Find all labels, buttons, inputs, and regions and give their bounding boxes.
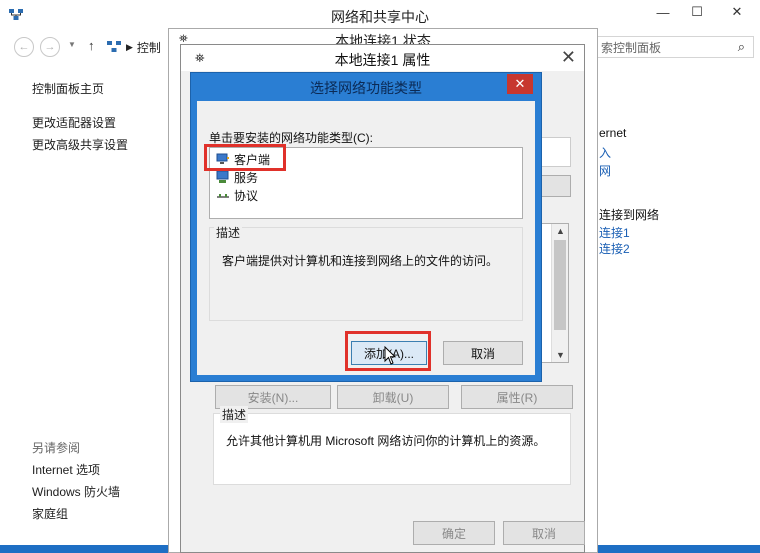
connection1-link[interactable]: 连接1 — [599, 224, 630, 241]
properties-button[interactable]: 属性(R) — [461, 385, 573, 409]
client-highlight-box — [204, 144, 286, 171]
properties-description-label: 描述 — [220, 406, 249, 423]
cancel-button[interactable]: 取消 — [503, 521, 585, 545]
up-arrow-icon[interactable]: ↑ — [88, 38, 95, 53]
feature-description-group: 描述 客户端提供对计算机和连接到网络上的文件的访问。 — [209, 224, 523, 321]
protocol-icon — [216, 188, 230, 202]
components-scrollbar[interactable]: ▲ ▼ — [551, 224, 568, 362]
breadcrumb: 控制 — [136, 40, 161, 55]
internet-options-link[interactable]: Internet 选项 — [32, 461, 100, 478]
access-link[interactable]: 入 — [599, 144, 611, 161]
feature-cancel-button[interactable]: 取消 — [443, 341, 523, 365]
properties-close-icon[interactable]: ✕ — [561, 47, 576, 68]
properties-titlebar: ⛯ 本地连接1 属性 ✕ — [181, 45, 584, 71]
homegroup-link[interactable]: 家庭组 — [32, 505, 68, 522]
see-also-heading: 另请参阅 — [32, 441, 81, 455]
network-link[interactable]: 网 — [599, 162, 611, 179]
service-icon — [216, 170, 230, 184]
forward-arrow-icon[interactable]: → — [40, 37, 60, 57]
window-controls: — ☐ ✕ — [646, 0, 760, 24]
scroll-thumb[interactable] — [554, 240, 566, 330]
feature-dialog-body: 单击要安装的网络功能类型(C): 客户端 服务 协议 描述 客户端提供对计算机和… — [197, 101, 535, 375]
ok-button[interactable]: 确定 — [413, 521, 495, 545]
breadcrumb-separator-icon: ▶ — [126, 41, 133, 52]
windows-firewall-link[interactable]: Windows 防火墙 — [32, 483, 120, 500]
connection2-link[interactable]: 连接2 — [599, 240, 630, 257]
back-arrow-icon[interactable]: ← — [14, 37, 34, 57]
change-adapter-settings-link[interactable]: 更改适配器设置 — [32, 114, 116, 131]
close-button[interactable]: ✕ — [714, 0, 760, 24]
minimize-button[interactable]: — — [646, 0, 680, 24]
search-input[interactable]: 索控制面板 ⌕ — [594, 36, 754, 58]
internet-label: ernet — [599, 126, 627, 140]
feature-item-protocol[interactable]: 协议 — [216, 186, 258, 204]
feature-description-label: 描述 — [214, 224, 243, 241]
feature-item-label: 协议 — [234, 188, 259, 203]
control-panel-icon — [107, 41, 121, 52]
control-panel-home-link[interactable]: 控制面板主页 — [32, 80, 104, 97]
recent-chevron-icon[interactable]: ▼ — [68, 40, 76, 49]
change-advanced-sharing-link[interactable]: 更改高级共享设置 — [32, 136, 128, 153]
search-icon[interactable]: ⌕ — [738, 39, 745, 55]
feature-dialog-close-icon[interactable]: ✕ — [507, 74, 533, 94]
scroll-down-icon[interactable]: ▼ — [552, 350, 569, 360]
uninstall-button[interactable]: 卸载(U) — [337, 385, 449, 409]
feature-type-list[interactable]: 客户端 服务 协议 — [204, 144, 523, 219]
properties-description-group: 描述 允许其他计算机用 Microsoft 网络访问你的计算机上的资源。 — [213, 406, 571, 485]
feature-dialog-title: 选择网络功能类型 — [310, 80, 422, 96]
maximize-button[interactable]: ☐ — [680, 0, 714, 24]
mouse-cursor-icon — [384, 345, 398, 371]
properties-title: 本地连接1 属性 — [334, 52, 431, 68]
main-titlebar: 网络和共享中心 — ☐ ✕ — [0, 0, 760, 30]
connect-to-network-label: 连接到网络 — [599, 208, 660, 222]
feature-description-text: 客户端提供对计算机和连接到网络上的文件的访问。 — [222, 254, 499, 268]
properties-description-text: 允许其他计算机用 Microsoft 网络访问你的计算机上的资源。 — [226, 434, 546, 448]
search-placeholder: 索控制面板 — [601, 40, 662, 55]
feature-item-label: 服务 — [234, 170, 259, 185]
select-feature-type-dialog: 选择网络功能类型 ✕ 单击要安装的网络功能类型(C): 客户端 服务 协议 描述… — [190, 72, 542, 382]
scroll-up-icon[interactable]: ▲ — [552, 226, 569, 236]
